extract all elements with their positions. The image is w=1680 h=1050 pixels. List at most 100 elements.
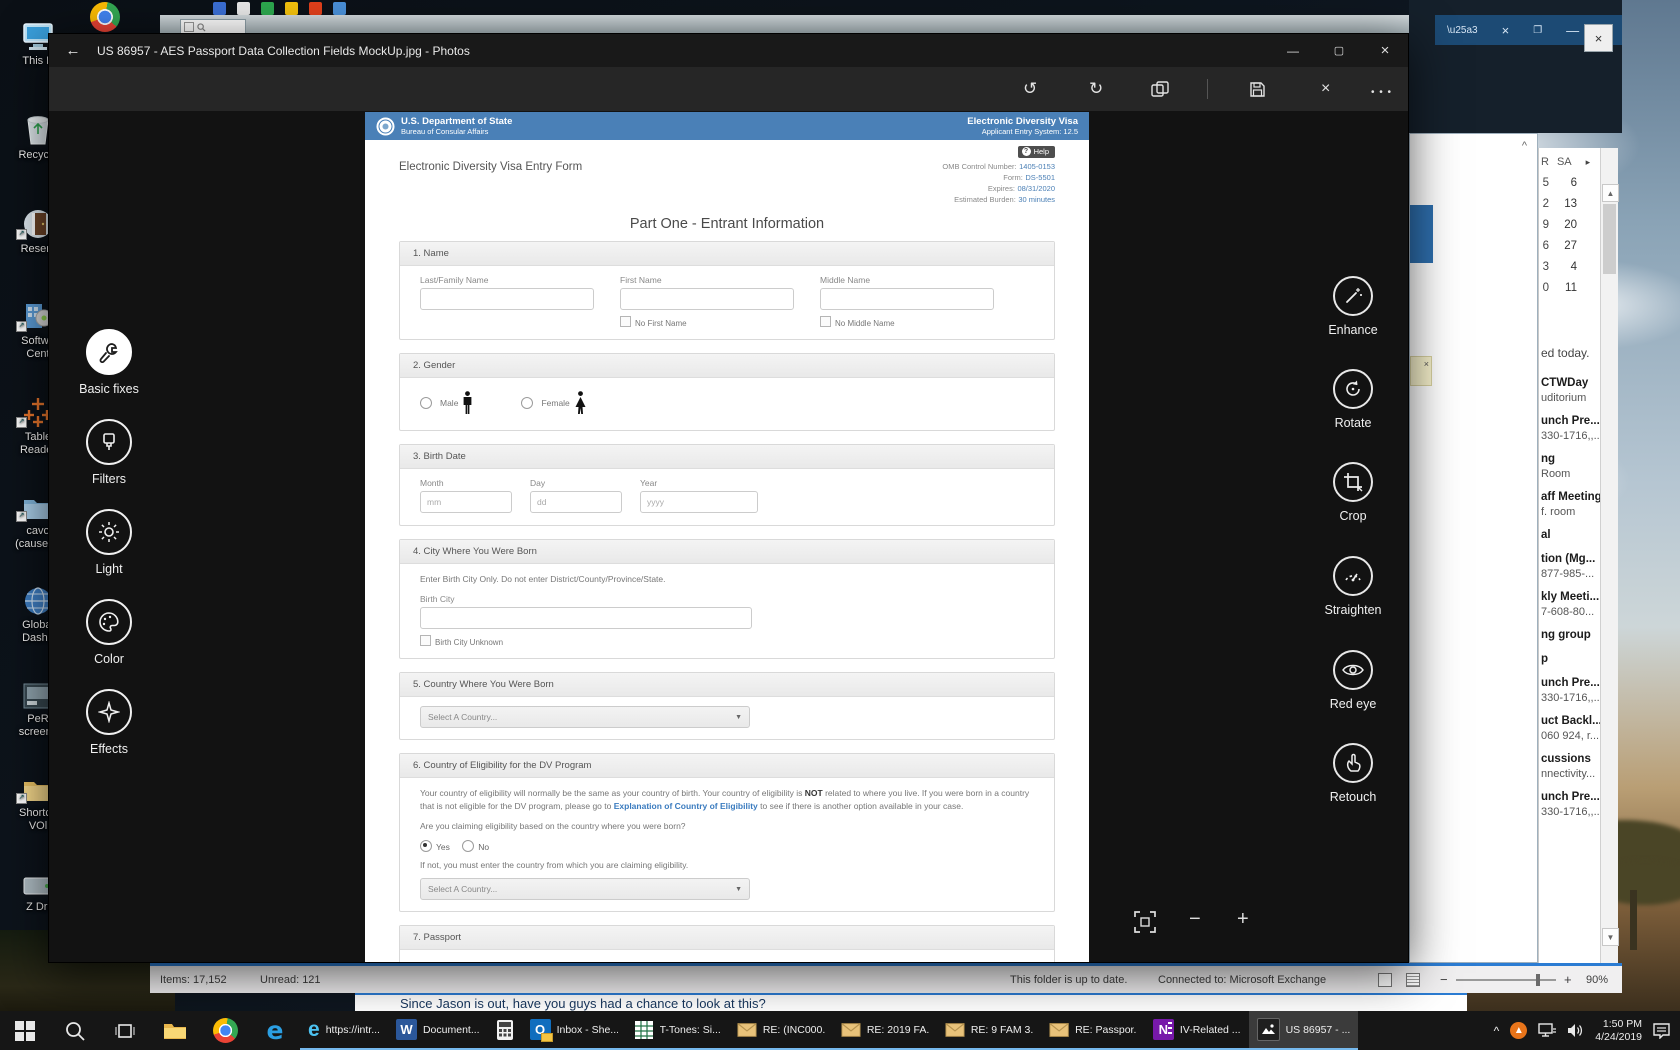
close-icon[interactable]: × [1502, 23, 1510, 38]
compare-icon[interactable] [1151, 81, 1169, 97]
scroll-up-icon[interactable]: ▲ [1602, 184, 1619, 202]
task-view-button[interactable] [100, 1011, 150, 1050]
female-radio[interactable] [521, 397, 533, 409]
no-middle-name-checkbox[interactable] [820, 316, 831, 327]
calendar-next-icon[interactable]: ▸ [1586, 157, 1591, 168]
chrome-logo[interactable] [90, 2, 120, 32]
taskbar-app-mail-1[interactable]: RE: (INC000... [729, 1011, 833, 1050]
appointment-item[interactable]: unch Pre... 330-1716,,... [1541, 676, 1600, 705]
zoom-slider-thumb[interactable] [1536, 974, 1540, 986]
first-name-input[interactable] [620, 288, 794, 310]
layout-reading-icon[interactable] [1406, 973, 1420, 987]
appointment-item[interactable]: CTWDay uditorium [1541, 376, 1600, 405]
male-radio[interactable] [420, 397, 432, 409]
tool-enhance[interactable]: Enhance [1307, 276, 1399, 337]
taskbar-app-outlook[interactable]: O Inbox - She... [522, 1011, 626, 1050]
birth-city-unknown-checkbox[interactable] [420, 635, 431, 646]
undo-icon[interactable]: ↺ [1023, 79, 1037, 99]
appointment-item[interactable]: unch Pre... 330-1716,,... [1541, 790, 1600, 819]
taskbar-app-onenote[interactable]: N IV-Related ... [1145, 1011, 1249, 1050]
birth-city-input[interactable] [420, 607, 752, 629]
calendar-grid[interactable]: 5 6 2 13 9 20 6 27 [1541, 172, 1600, 298]
file-explorer-button[interactable] [150, 1011, 200, 1050]
action-center-icon[interactable] [1653, 1023, 1670, 1039]
calendar-date-cell[interactable]: 9 20 [1541, 214, 1600, 235]
redo-icon[interactable]: ↻ [1089, 79, 1103, 99]
birth-day-input[interactable]: dd [530, 491, 622, 513]
collapse-chevron-icon[interactable]: ^ [1522, 140, 1527, 152]
help-button[interactable]: ?Help [1018, 146, 1055, 158]
tool-straighten[interactable]: Straighten [1307, 556, 1399, 617]
calendar-date-cell[interactable]: 0 11 [1541, 277, 1600, 298]
maximize-button[interactable]: ▢ [1316, 34, 1362, 67]
taskbar-app-mail-4[interactable]: RE: Passpor... [1041, 1011, 1145, 1050]
no-first-name-checkbox[interactable] [620, 316, 631, 327]
email-preview-strip[interactable]: Since Jason is out, have you guys had a … [355, 993, 1467, 1011]
appointment-item[interactable]: uct Backl... 060 924, r... [1541, 714, 1600, 743]
calendar-date-cell[interactable]: 3 4 [1541, 256, 1600, 277]
tray-update-icon[interactable]: ▲ [1510, 1022, 1527, 1039]
close-button[interactable]: × [1362, 34, 1408, 67]
appointment-item[interactable]: ng group [1541, 628, 1600, 643]
tool-red-eye[interactable]: Red eye [1307, 650, 1399, 711]
appointment-item[interactable]: al [1541, 528, 1600, 543]
fit-to-screen-icon[interactable] [1134, 911, 1156, 933]
scroll-down-icon[interactable]: ▼ [1602, 928, 1619, 946]
taskbar-app-calculator[interactable] [488, 1011, 522, 1050]
restore-icon[interactable]: ❐ [1533, 25, 1542, 36]
back-arrow-icon[interactable]: ← [49, 42, 97, 59]
middle-name-input[interactable] [820, 288, 994, 310]
eligibility-no-radio[interactable] [462, 840, 474, 852]
edit-tab-light[interactable]: Light [63, 509, 155, 576]
chrome-button[interactable] [200, 1011, 250, 1050]
calendar-date-cell[interactable]: 6 27 [1541, 235, 1600, 256]
appointment-list[interactable]: CTWDay uditorium unch Pre... 330-1716,,.… [1541, 376, 1600, 819]
minimize-button[interactable]: — [1270, 34, 1316, 67]
birth-month-input[interactable]: mm [420, 491, 512, 513]
last-name-input[interactable] [420, 288, 594, 310]
appointment-item[interactable]: tion (Mg... 877-985-... [1541, 552, 1600, 581]
taskbar-app-mail-2[interactable]: RE: 2019 FA... [833, 1011, 937, 1050]
tool-retouch[interactable]: Retouch [1307, 743, 1399, 804]
taskbar-search-button[interactable] [50, 1011, 100, 1050]
tray-expand-icon[interactable]: ^ [1494, 1024, 1500, 1038]
layout-normal-icon[interactable] [1378, 973, 1392, 987]
zoom-in-icon[interactable]: + [1564, 972, 1572, 987]
eligibility-yes-radio[interactable] [420, 840, 432, 852]
birth-year-input[interactable]: yyyy [640, 491, 758, 513]
start-button[interactable] [0, 1011, 50, 1050]
reminder-fragment[interactable]: × [1410, 356, 1432, 386]
calendar-date-cell[interactable]: 5 6 [1541, 172, 1600, 193]
edit-tab-filters[interactable]: Filters [63, 419, 155, 486]
appointment-item[interactable]: p [1541, 652, 1600, 667]
eligibility-country-select[interactable]: Select A Country...▼ [420, 878, 750, 900]
appointment-item[interactable]: kly Meeti... 7-608-80... [1541, 590, 1600, 619]
background-close-button[interactable]: × [1584, 24, 1613, 52]
edge-button[interactable]: e [250, 1011, 300, 1050]
zoom-level[interactable]: 90% [1586, 974, 1608, 986]
zoom-slider[interactable] [1456, 979, 1556, 981]
edit-tab-color[interactable]: Color [63, 599, 155, 666]
edit-tab-basic-fixes[interactable]: Basic fixes [63, 329, 155, 396]
more-options-icon[interactable]: • • • [1371, 83, 1392, 103]
appointment-item[interactable]: ng Room [1541, 452, 1600, 481]
tray-clock[interactable]: 1:50 PM 4/24/2019 [1595, 1018, 1642, 1044]
edit-tab-effects[interactable]: Effects [63, 689, 155, 756]
cancel-icon[interactable]: × [1321, 79, 1330, 99]
tool-crop[interactable]: Crop [1307, 462, 1399, 523]
zoom-out-icon[interactable]: − [1189, 908, 1201, 931]
taskbar-app-word[interactable]: W Document... [388, 1011, 488, 1050]
appointment-item[interactable]: cussions nnectivity... [1541, 752, 1600, 781]
scrollbar-thumb[interactable] [1603, 204, 1616, 274]
taskbar-app-ttones[interactable]: T-Tones: Si... [626, 1011, 729, 1050]
network-icon[interactable] [1538, 1023, 1556, 1038]
taskbar-app-mail-3[interactable]: RE: 9 FAM 3... [937, 1011, 1041, 1050]
taskbar-app-ie[interactable]: e https://intr... [300, 1011, 388, 1050]
speaker-icon[interactable] [1567, 1023, 1584, 1038]
save-copy-icon[interactable] [1249, 81, 1266, 98]
tool-rotate[interactable]: Rotate [1307, 369, 1399, 430]
window-icon[interactable]: \u25a3 [1447, 25, 1478, 36]
eligibility-link[interactable]: Explanation of Country of Eligibility [614, 801, 758, 811]
appointment-item[interactable]: aff Meeting f. room [1541, 490, 1600, 519]
zoom-out-icon[interactable]: − [1440, 972, 1448, 987]
